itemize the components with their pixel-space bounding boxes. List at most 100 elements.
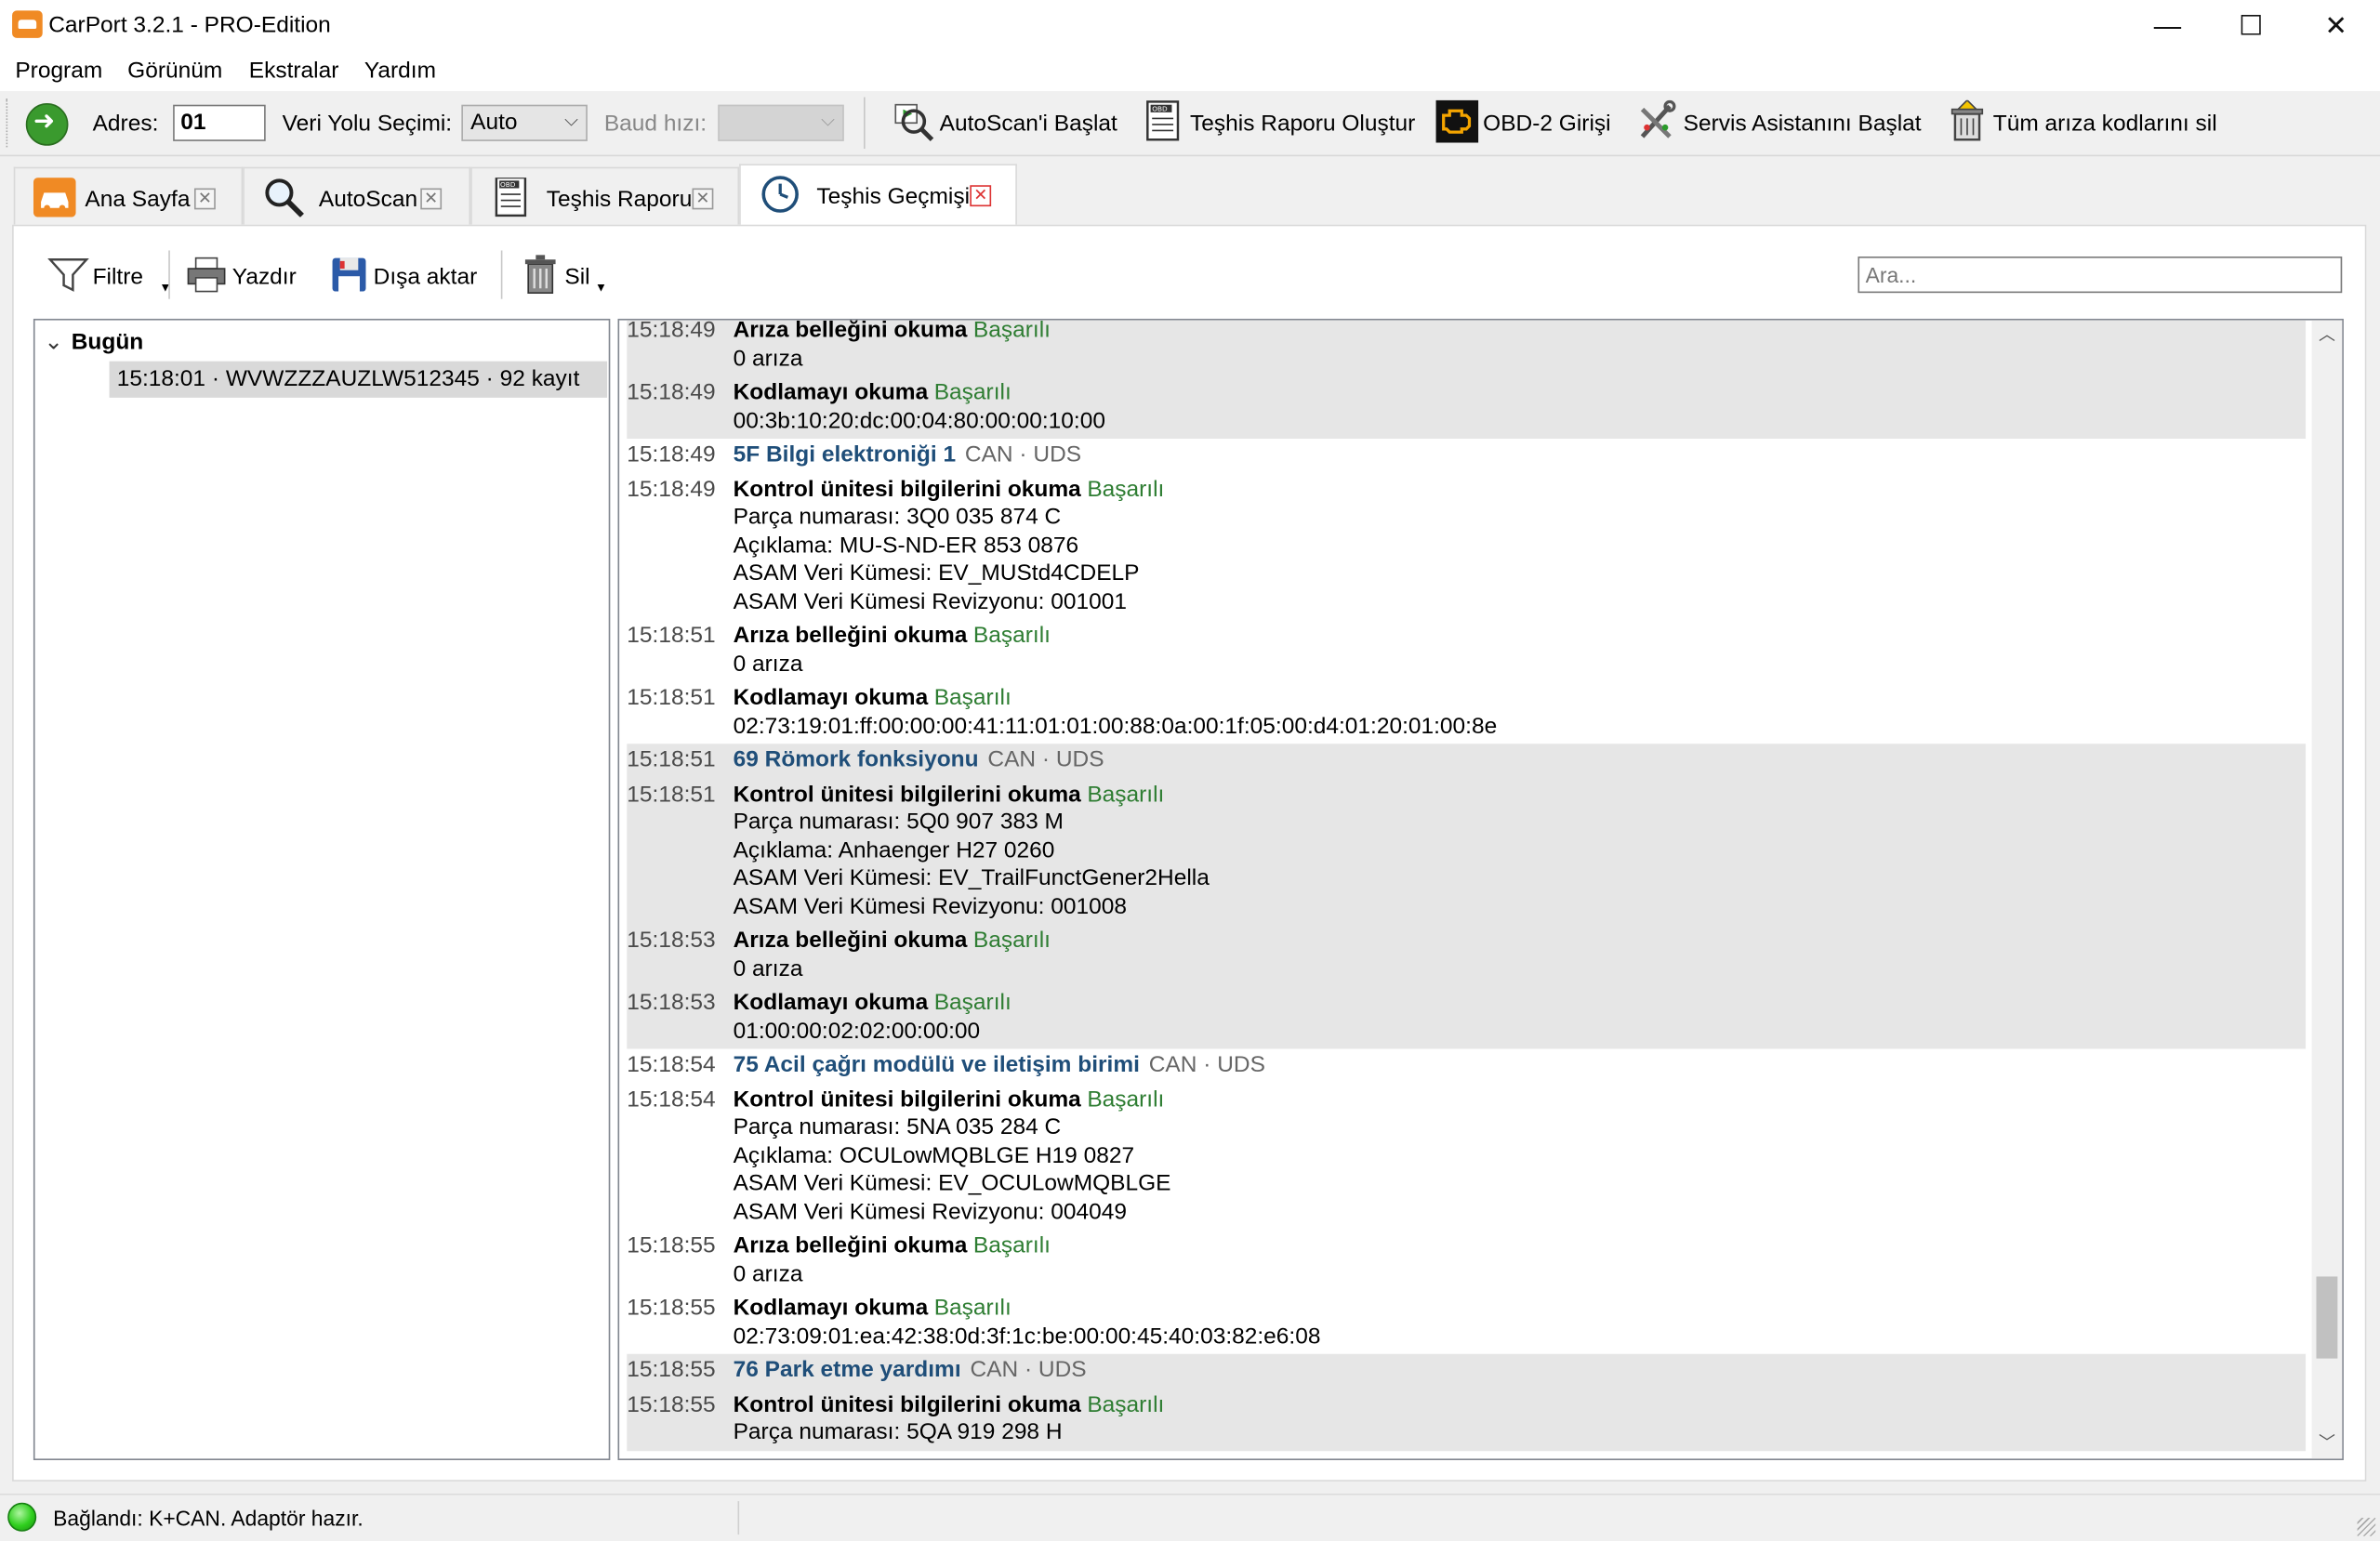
- toolbar-grip[interactable]: [6, 99, 11, 148]
- close-tab-icon[interactable]: ✕: [193, 188, 216, 210]
- detail-text: Açıklama: OCULowMQBLGE H19 0827: [733, 1141, 1135, 1168]
- delete-button[interactable]: Sil ▼: [519, 254, 610, 299]
- scroll-up-icon[interactable]: ︿: [2312, 321, 2343, 351]
- baud-rate-select[interactable]: ⌵: [718, 104, 844, 141]
- log-detail-row: 01:00:00:02:02:00:00:00: [627, 1018, 2306, 1046]
- session-tree[interactable]: ⌄ Bugün 15:18:01 · WVWZZZAUZLW512345 · 92…: [33, 318, 611, 1461]
- success-label: Başarılı: [933, 1295, 1012, 1321]
- log-timestamp: 15:18:49: [627, 318, 716, 344]
- log-entry-body: 00:3b:10:20:dc:00:04:80:00:00:10:00: [734, 407, 1105, 433]
- menu-extras[interactable]: Ekstralar: [249, 58, 339, 84]
- address-input[interactable]: 01: [173, 104, 266, 141]
- autoscan-start-button[interactable]: AutoScan'i Başlat: [892, 100, 1120, 146]
- tab-diagnostic-report[interactable]: OBD Teşhis Raporu ✕: [470, 166, 740, 225]
- status-text: Bağlandı: K+CAN. Adaptör hazır.: [53, 1506, 364, 1531]
- chevron-down-icon: ⌵: [564, 109, 579, 131]
- success-label: Başarılı: [1087, 475, 1165, 502]
- log-timestamp: 15:18:54: [627, 1086, 716, 1113]
- export-button[interactable]: Dışa aktar: [328, 254, 496, 299]
- menu-program[interactable]: Program: [15, 58, 102, 84]
- log-entry-body: Açıklama: OCULowMQBLGE H19 0827: [734, 1142, 1134, 1168]
- log-entry-body: 69 Römork fonksiyonu CAN · UDS: [734, 746, 1104, 772]
- scroll-down-icon[interactable]: ﹀: [2312, 1429, 2343, 1459]
- log-entry-body: Arıza belleğini okuma Başarılı: [734, 623, 1051, 649]
- maximize-button[interactable]: ☐: [2209, 0, 2294, 52]
- close-tab-icon[interactable]: ✕: [420, 188, 443, 210]
- service-assistant-button[interactable]: Servis Asistanını Başlat: [1636, 99, 1924, 146]
- tab-autoscan-label: AutoScan: [318, 186, 418, 213]
- log-detail-row: ASAM Veri Kümesi Revizyonu: 001001: [627, 588, 2306, 616]
- log-entry-body: Kodlamayı okuma Başarılı: [734, 1295, 1012, 1321]
- close-tab-icon[interactable]: ✕: [970, 185, 992, 207]
- operation-name: Kodlamayı okuma: [733, 989, 929, 1016]
- tab-home[interactable]: Ana Sayfa ✕: [13, 166, 244, 225]
- log-entry-body: Kodlamayı okuma Başarılı: [734, 379, 1012, 405]
- log-entry-body: 02:73:09:01:ea:42:38:0d:3f:1c:be:00:00:4…: [734, 1323, 1321, 1349]
- tab-diagnostic-history[interactable]: Teşhis Geçmişi ✕: [739, 164, 1017, 227]
- tree-group-today[interactable]: ⌄ Bugün: [44, 328, 143, 355]
- title-bar: CarPort 3.2.1 - PRO-Edition — ☐ ✕: [0, 0, 2380, 52]
- log-operation-row: 15:18:51 Kontrol ünitesi bilgilerini okum…: [627, 781, 2306, 809]
- log-entry-body: Kontrol ünitesi bilgilerini okuma Başarıl…: [734, 476, 1165, 502]
- autoscan-start-label: AutoScan'i Başlat: [939, 111, 1117, 137]
- log-module-block: 15:18:51 69 Römork fonksiyonu CAN · UDS 15:…: [627, 744, 2307, 1049]
- bus-selection-select[interactable]: Auto ⌵: [461, 104, 588, 141]
- tab-autoscan[interactable]: AutoScan ✕: [243, 166, 471, 225]
- tree-group-label: Bugün: [71, 329, 144, 356]
- log-detail-row: 0 arıza: [627, 955, 2306, 983]
- clear-all-dtc-button[interactable]: Tüm arıza kodlarını sil: [1946, 99, 2219, 146]
- success-label: Başarılı: [972, 318, 1051, 344]
- collapse-chevron-icon[interactable]: ⌄: [44, 328, 71, 355]
- detail-text: 00:3b:10:20:dc:00:04:80:00:00:10:00: [733, 407, 1105, 434]
- log-entry-body: ASAM Veri Kümesi: EV_TrailFunctGener2Hel…: [734, 865, 1210, 891]
- log-timestamp: 15:18:51: [627, 622, 716, 649]
- scroll-thumb[interactable]: [2316, 1276, 2338, 1359]
- log-entry-body: Kodlamayı okuma Başarılı: [734, 685, 1012, 711]
- menu-help[interactable]: Yardım: [364, 58, 436, 84]
- log-operation-row: 15:18:55 Kontrol ünitesi bilgilerini okum…: [627, 1391, 2306, 1419]
- main-toolbar: Adres: 01 Veri Yolu Seçimi: Auto ⌵ Baud …: [0, 90, 2380, 157]
- log-detail-row: 02:73:09:01:ea:42:38:0d:3f:1c:be:00:00:4…: [627, 1323, 2306, 1350]
- detail-text: ASAM Veri Kümesi Revizyonu: 004049: [733, 1198, 1127, 1225]
- address-label: Adres:: [92, 111, 159, 137]
- tools-icon: [1640, 99, 1676, 138]
- success-label: Başarılı: [933, 684, 1012, 711]
- log-timestamp: 15:18:55: [627, 1390, 716, 1417]
- filter-button[interactable]: Filtre ▼: [47, 254, 171, 299]
- module-name: 75 Acil çağrı modülü ve iletişim birimi: [733, 1051, 1140, 1078]
- toolbar-separator: [168, 250, 170, 299]
- module-name: 76 Park etme yardımı: [733, 1356, 961, 1383]
- create-report-button[interactable]: OBD Teşhis Raporu Oluştur: [1143, 100, 1416, 146]
- minimize-button[interactable]: —: [2125, 0, 2210, 52]
- log-entry-body: Arıza belleğini okuma Başarılı: [734, 318, 1051, 344]
- operation-name: Kontrol ünitesi bilgilerini okuma: [733, 1086, 1081, 1113]
- success-label: Başarılı: [972, 927, 1051, 954]
- log-entry-body: Parça numarası: 5NA 035 284 C: [734, 1114, 1062, 1140]
- car-icon: [33, 178, 76, 217]
- search-input[interactable]: Ara...: [1858, 256, 2343, 294]
- connect-arrow-icon[interactable]: [25, 103, 69, 146]
- close-button[interactable]: ✕: [2294, 0, 2378, 52]
- log-module-header: 15:18:54 75 Acil çağrı modülü ve iletişim…: [627, 1052, 2306, 1080]
- operation-name: Kodlamayı okuma: [733, 379, 929, 406]
- obd2-entry-button[interactable]: OBD-2 Girişi: [1435, 99, 1619, 146]
- print-button[interactable]: Yazdır: [185, 254, 307, 299]
- vertical-scrollbar[interactable]: ︿ ﹀: [2311, 320, 2343, 1459]
- log-entry-body: Arıza belleğini okuma Başarılı: [734, 928, 1051, 954]
- log-entry-body: 76 Park etme yardımı CAN · UDS: [734, 1357, 1087, 1383]
- log-timestamp: 15:18:51: [627, 746, 716, 773]
- menu-view[interactable]: Görünüm: [127, 58, 222, 84]
- dropdown-arrow-icon: ▼: [595, 281, 607, 295]
- tab-home-label: Ana Sayfa: [85, 186, 191, 213]
- resize-grip-icon[interactable]: [2357, 1518, 2376, 1536]
- operation-name: Kontrol ünitesi bilgilerini okuma: [733, 475, 1081, 502]
- magnifier-icon: [265, 178, 304, 217]
- protocol-label: CAN · UDS: [1148, 1051, 1265, 1078]
- protocol-label: CAN · UDS: [964, 441, 1082, 468]
- svg-text:OBD: OBD: [500, 180, 516, 189]
- window-title: CarPort 3.2.1 - PRO-Edition: [48, 12, 331, 38]
- close-tab-icon[interactable]: ✕: [692, 188, 714, 210]
- tree-session-item[interactable]: 15:18:01 · WVWZZZAUZLW512345 · 92 kayıt: [109, 361, 608, 398]
- success-label: Başarılı: [933, 989, 1012, 1016]
- detail-text: Açıklama: MU-S-ND-ER 853 0876: [733, 532, 1079, 559]
